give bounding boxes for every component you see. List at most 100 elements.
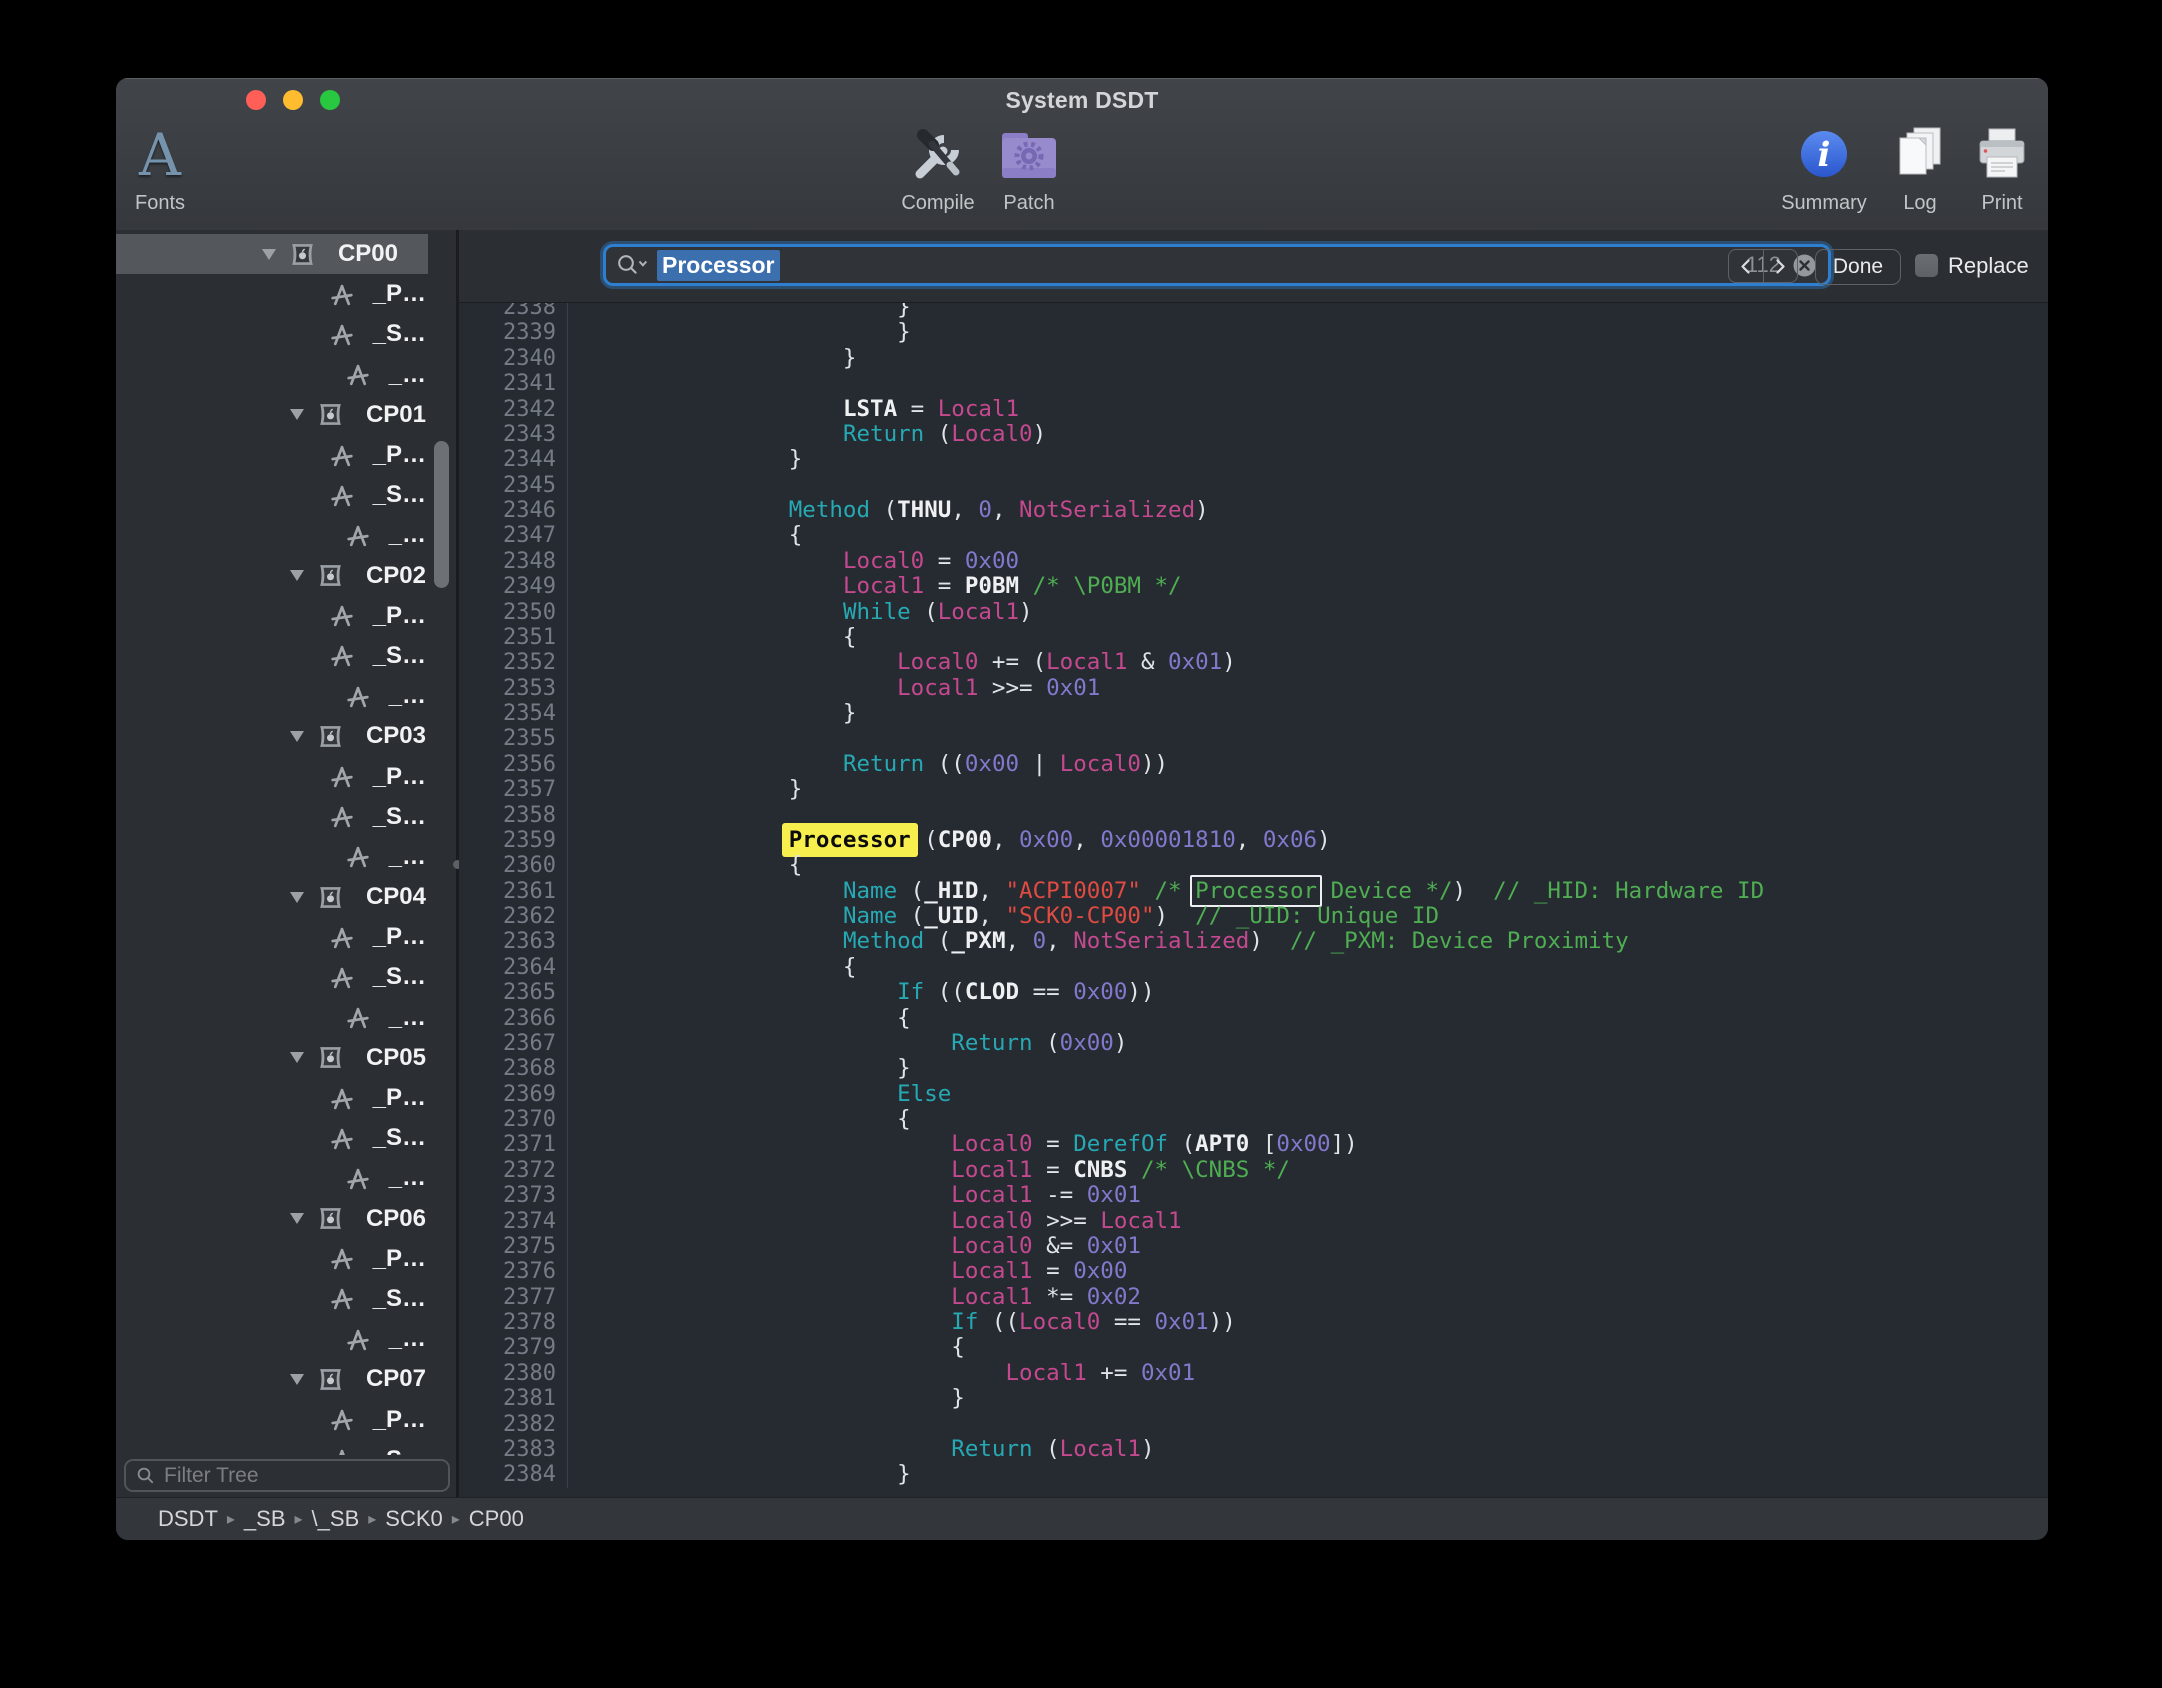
code-line: 2379 { <box>459 1335 2048 1360</box>
tree-item-label: _… <box>389 1004 426 1032</box>
tree-item-_S[interactable]: _S… <box>116 1440 456 1455</box>
line-number: 2350 <box>459 600 568 625</box>
line-number: 2375 <box>459 1234 568 1259</box>
tree-item-CP02[interactable]: CP02 <box>116 556 456 596</box>
breadcrumb-item[interactable]: \_SB <box>312 1506 360 1532</box>
disclosure-triangle-icon[interactable] <box>262 249 276 260</box>
tree-item-CP06[interactable]: CP06 <box>116 1199 456 1239</box>
tree-item-_S[interactable]: _S… <box>116 957 456 997</box>
tree-item-label: _… <box>389 521 426 549</box>
tree-item-_P[interactable]: _P… <box>116 756 456 796</box>
line-number: 2368 <box>459 1056 568 1081</box>
tree-item-CP07[interactable]: CP07 <box>116 1359 456 1399</box>
tree-outline[interactable]: CP00_P…_S…_…CP01_P…_S…_…CP02_P…_S…_…CP03… <box>116 230 456 1455</box>
next-match-button[interactable] <box>1764 250 1798 282</box>
line-number: 2347 <box>459 523 568 548</box>
toolbar-button-fonts[interactable]: AFonts <box>116 120 235 215</box>
tree-item-CP00[interactable]: CP00 <box>116 234 428 274</box>
line-number: 2383 <box>459 1437 568 1462</box>
code-line: 2384 } <box>459 1462 2048 1487</box>
scrollbar-thumb[interactable] <box>434 441 449 588</box>
code-editor[interactable]: 2338 }2339 }2340 }23412342 LSTA = Local1… <box>459 303 2048 1497</box>
scope-icon <box>289 242 316 267</box>
code-line: 2340 } <box>459 346 2048 371</box>
breadcrumb-item[interactable]: CP00 <box>469 1506 524 1532</box>
tree-item-_S[interactable]: _S… <box>116 797 456 837</box>
tree-item-label: CP01 <box>366 401 426 429</box>
toolbar-label: Fonts <box>116 192 235 215</box>
scope-icon <box>317 1206 344 1231</box>
code-line: 2349 Local1 = P0BM /* \P0BM */ <box>459 574 2048 599</box>
line-number: 2360 <box>459 853 568 878</box>
line-number: 2379 <box>459 1335 568 1360</box>
disclosure-triangle-icon[interactable] <box>290 892 304 903</box>
breadcrumb-item[interactable]: SCK0 <box>385 1506 442 1532</box>
magnifier-icon[interactable] <box>615 252 651 278</box>
code-line: 2343 Return (Local0) <box>459 422 2048 447</box>
tree-item-_S[interactable]: _S… <box>116 475 456 515</box>
print-icon <box>1927 120 2048 190</box>
filter-tree-input[interactable]: Filter Tree <box>124 1459 450 1492</box>
tree-item-label: _… <box>389 1325 426 1353</box>
code-line: 2351 { <box>459 625 2048 650</box>
tree-item-_[interactable]: _… <box>116 676 456 716</box>
tree-item-_[interactable]: _… <box>116 355 456 395</box>
tree-item-_S[interactable]: _S… <box>116 314 456 354</box>
tree-item-_[interactable]: _… <box>116 515 456 555</box>
current-match-outline: Processor <box>1190 875 1322 907</box>
disclosure-triangle-icon[interactable] <box>290 1213 304 1224</box>
tree-item-label: _P… <box>373 923 426 951</box>
tree-item-_P[interactable]: _P… <box>116 1078 456 1118</box>
tree-item-label: _P… <box>373 1245 426 1273</box>
tree-item-_P[interactable]: _P… <box>116 1239 456 1279</box>
search-input[interactable]: Processor 112 <box>603 244 1831 286</box>
tree-item-_P[interactable]: _P… <box>116 435 456 475</box>
tree-item-_S[interactable]: _S… <box>116 636 456 676</box>
tree-item-label: _S… <box>373 803 426 831</box>
disclosure-triangle-icon[interactable] <box>290 570 304 581</box>
replace-checkbox[interactable] <box>1915 254 1938 277</box>
breadcrumb-item[interactable]: DSDT <box>158 1506 218 1532</box>
tree-item-CP03[interactable]: CP03 <box>116 716 456 756</box>
line-number: 2365 <box>459 980 568 1005</box>
disclosure-triangle-icon[interactable] <box>290 731 304 742</box>
tree-item-_[interactable]: _… <box>116 1158 456 1198</box>
code-line: 2357 } <box>459 777 2048 802</box>
svg-text:i: i <box>1818 135 1831 175</box>
code-line: 2348 Local0 = 0x00 <box>459 549 2048 574</box>
tree-item-_S[interactable]: _S… <box>116 1279 456 1319</box>
method-icon <box>344 361 372 388</box>
line-number: 2351 <box>459 625 568 650</box>
tree-item-_P[interactable]: _P… <box>116 596 456 636</box>
line-number: 2376 <box>459 1259 568 1284</box>
disclosure-triangle-icon[interactable] <box>290 1374 304 1385</box>
line-number: 2364 <box>459 955 568 980</box>
window-title: System DSDT <box>116 87 2048 114</box>
line-number: 2338 <box>459 303 568 320</box>
tree-item-CP05[interactable]: CP05 <box>116 1038 456 1078</box>
editor-pane: Processor 112 <box>459 230 2048 1497</box>
method-icon <box>328 1285 356 1312</box>
tree-item-_S[interactable]: _S… <box>116 1118 456 1158</box>
tree-item-label: _… <box>389 682 426 710</box>
method-icon <box>328 964 356 991</box>
tree-item-CP01[interactable]: CP01 <box>116 395 456 435</box>
method-icon <box>328 1085 356 1112</box>
tree-item-_P[interactable]: _P… <box>116 917 456 957</box>
tree-item-CP04[interactable]: CP04 <box>116 877 456 917</box>
line-number: 2346 <box>459 498 568 523</box>
code-line: 2358 <box>459 803 2048 828</box>
done-button[interactable]: Done <box>1815 249 1901 285</box>
disclosure-triangle-icon[interactable] <box>290 1052 304 1063</box>
tree-item-_[interactable]: _… <box>116 837 456 877</box>
breadcrumb-item[interactable]: _SB <box>244 1506 286 1532</box>
previous-match-button[interactable] <box>1729 250 1764 282</box>
tree-item-_[interactable]: _… <box>116 998 456 1038</box>
tree-item-_P[interactable]: _P… <box>116 274 456 314</box>
tree-item-_[interactable]: _… <box>116 1319 456 1359</box>
code-line: 2346 Method (THNU, 0, NotSerialized) <box>459 498 2048 523</box>
toolbar-button-patch[interactable]: Patch <box>954 120 1104 215</box>
tree-item-_P[interactable]: _P… <box>116 1399 456 1439</box>
disclosure-triangle-icon[interactable] <box>290 409 304 420</box>
toolbar-button-print[interactable]: Print <box>1927 120 2048 215</box>
